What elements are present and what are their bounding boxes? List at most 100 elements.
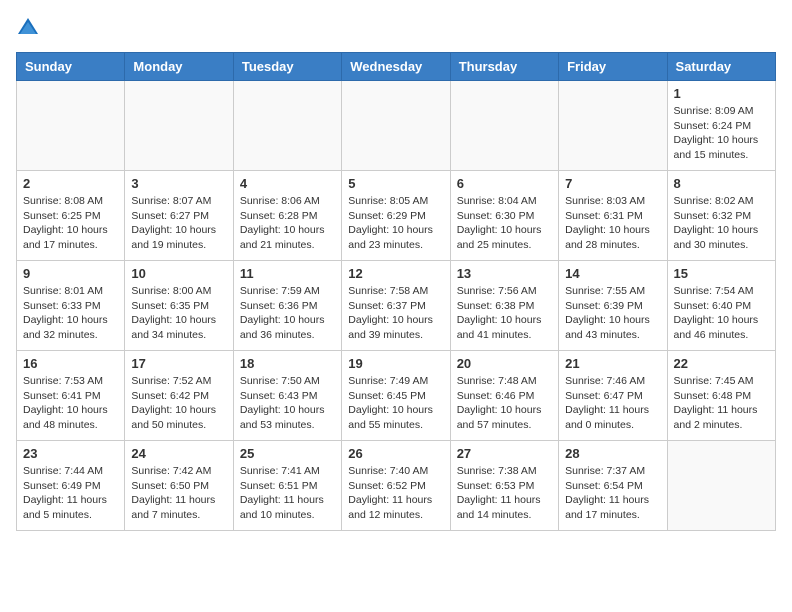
day-info: Sunrise: 7:59 AM Sunset: 6:36 PM Dayligh… bbox=[240, 284, 335, 343]
day-info: Sunrise: 7:54 AM Sunset: 6:40 PM Dayligh… bbox=[674, 284, 769, 343]
calendar-cell: 6 Sunrise: 8:04 AM Sunset: 6:30 PM Daylig… bbox=[450, 171, 558, 261]
calendar-cell: 23 Sunrise: 7:44 AM Sunset: 6:49 PM Dayli… bbox=[17, 441, 125, 531]
day-info: Sunrise: 8:09 AM Sunset: 6:24 PM Dayligh… bbox=[674, 104, 769, 163]
day-info: Sunrise: 8:07 AM Sunset: 6:27 PM Dayligh… bbox=[131, 194, 226, 253]
day-number: 12 bbox=[348, 266, 443, 281]
day-info: Sunrise: 7:37 AM Sunset: 6:54 PM Dayligh… bbox=[565, 464, 660, 523]
day-number: 6 bbox=[457, 176, 552, 191]
day-number: 15 bbox=[674, 266, 769, 281]
calendar-cell: 16 Sunrise: 7:53 AM Sunset: 6:41 PM Dayli… bbox=[17, 351, 125, 441]
calendar-body: 1 Sunrise: 8:09 AM Sunset: 6:24 PM Daylig… bbox=[17, 81, 776, 531]
calendar-cell: 1 Sunrise: 8:09 AM Sunset: 6:24 PM Daylig… bbox=[667, 81, 775, 171]
weekday-header-sunday: Sunday bbox=[17, 53, 125, 81]
day-number: 27 bbox=[457, 446, 552, 461]
calendar-cell: 11 Sunrise: 7:59 AM Sunset: 6:36 PM Dayli… bbox=[233, 261, 341, 351]
day-info: Sunrise: 7:56 AM Sunset: 6:38 PM Dayligh… bbox=[457, 284, 552, 343]
calendar-cell bbox=[342, 81, 450, 171]
day-number: 19 bbox=[348, 356, 443, 371]
day-info: Sunrise: 7:48 AM Sunset: 6:46 PM Dayligh… bbox=[457, 374, 552, 433]
day-info: Sunrise: 7:55 AM Sunset: 6:39 PM Dayligh… bbox=[565, 284, 660, 343]
calendar-cell: 9 Sunrise: 8:01 AM Sunset: 6:33 PM Daylig… bbox=[17, 261, 125, 351]
calendar-cell: 22 Sunrise: 7:45 AM Sunset: 6:48 PM Dayli… bbox=[667, 351, 775, 441]
day-number: 26 bbox=[348, 446, 443, 461]
calendar-cell: 24 Sunrise: 7:42 AM Sunset: 6:50 PM Dayli… bbox=[125, 441, 233, 531]
logo-icon bbox=[16, 16, 40, 40]
day-number: 20 bbox=[457, 356, 552, 371]
calendar-cell: 12 Sunrise: 7:58 AM Sunset: 6:37 PM Dayli… bbox=[342, 261, 450, 351]
calendar-cell: 14 Sunrise: 7:55 AM Sunset: 6:39 PM Dayli… bbox=[559, 261, 667, 351]
day-number: 21 bbox=[565, 356, 660, 371]
weekday-header-row: SundayMondayTuesdayWednesdayThursdayFrid… bbox=[17, 53, 776, 81]
calendar-cell: 2Sunrise: 8:08 AM Sunset: 6:25 PM Daylig… bbox=[17, 171, 125, 261]
calendar-cell bbox=[125, 81, 233, 171]
calendar-week-row-5: 23 Sunrise: 7:44 AM Sunset: 6:49 PM Dayli… bbox=[17, 441, 776, 531]
weekday-header-tuesday: Tuesday bbox=[233, 53, 341, 81]
calendar-cell: 20 Sunrise: 7:48 AM Sunset: 6:46 PM Dayli… bbox=[450, 351, 558, 441]
header bbox=[16, 16, 776, 40]
day-info: Sunrise: 7:58 AM Sunset: 6:37 PM Dayligh… bbox=[348, 284, 443, 343]
calendar-cell: 28 Sunrise: 7:37 AM Sunset: 6:54 PM Dayli… bbox=[559, 441, 667, 531]
weekday-header-friday: Friday bbox=[559, 53, 667, 81]
calendar-table: SundayMondayTuesdayWednesdayThursdayFrid… bbox=[16, 52, 776, 531]
day-number: 13 bbox=[457, 266, 552, 281]
day-info: Sunrise: 8:04 AM Sunset: 6:30 PM Dayligh… bbox=[457, 194, 552, 253]
day-number: 4 bbox=[240, 176, 335, 191]
calendar-cell: 4Sunrise: 8:06 AM Sunset: 6:28 PM Daylig… bbox=[233, 171, 341, 261]
calendar-cell bbox=[559, 81, 667, 171]
day-info: Sunrise: 8:05 AM Sunset: 6:29 PM Dayligh… bbox=[348, 194, 443, 253]
day-number: 10 bbox=[131, 266, 226, 281]
day-info: Sunrise: 7:41 AM Sunset: 6:51 PM Dayligh… bbox=[240, 464, 335, 523]
calendar-cell: 21Sunrise: 7:46 AM Sunset: 6:47 PM Dayli… bbox=[559, 351, 667, 441]
day-number: 17 bbox=[131, 356, 226, 371]
day-info: Sunrise: 8:00 AM Sunset: 6:35 PM Dayligh… bbox=[131, 284, 226, 343]
calendar-week-row-3: 9 Sunrise: 8:01 AM Sunset: 6:33 PM Daylig… bbox=[17, 261, 776, 351]
weekday-header-thursday: Thursday bbox=[450, 53, 558, 81]
weekday-header-wednesday: Wednesday bbox=[342, 53, 450, 81]
day-info: Sunrise: 7:52 AM Sunset: 6:42 PM Dayligh… bbox=[131, 374, 226, 433]
day-number: 1 bbox=[674, 86, 769, 101]
day-number: 14 bbox=[565, 266, 660, 281]
calendar-cell: 10 Sunrise: 8:00 AM Sunset: 6:35 PM Dayli… bbox=[125, 261, 233, 351]
day-info: Sunrise: 8:01 AM Sunset: 6:33 PM Dayligh… bbox=[23, 284, 118, 343]
day-number: 9 bbox=[23, 266, 118, 281]
day-info: Sunrise: 7:38 AM Sunset: 6:53 PM Dayligh… bbox=[457, 464, 552, 523]
calendar-cell: 19 Sunrise: 7:49 AM Sunset: 6:45 PM Dayli… bbox=[342, 351, 450, 441]
calendar-week-row-4: 16 Sunrise: 7:53 AM Sunset: 6:41 PM Dayli… bbox=[17, 351, 776, 441]
calendar-cell: 15 Sunrise: 7:54 AM Sunset: 6:40 PM Dayli… bbox=[667, 261, 775, 351]
day-info: Sunrise: 7:40 AM Sunset: 6:52 PM Dayligh… bbox=[348, 464, 443, 523]
day-number: 18 bbox=[240, 356, 335, 371]
calendar-cell: 25 Sunrise: 7:41 AM Sunset: 6:51 PM Dayli… bbox=[233, 441, 341, 531]
day-number: 24 bbox=[131, 446, 226, 461]
day-info: Sunrise: 7:44 AM Sunset: 6:49 PM Dayligh… bbox=[23, 464, 118, 523]
day-info: Sunrise: 7:49 AM Sunset: 6:45 PM Dayligh… bbox=[348, 374, 443, 433]
day-number: 5 bbox=[348, 176, 443, 191]
logo bbox=[16, 16, 42, 40]
day-info: Sunrise: 7:42 AM Sunset: 6:50 PM Dayligh… bbox=[131, 464, 226, 523]
day-number: 11 bbox=[240, 266, 335, 281]
calendar-week-row-1: 1 Sunrise: 8:09 AM Sunset: 6:24 PM Daylig… bbox=[17, 81, 776, 171]
day-number: 25 bbox=[240, 446, 335, 461]
day-number: 16 bbox=[23, 356, 118, 371]
calendar-cell bbox=[17, 81, 125, 171]
calendar-cell: 18 Sunrise: 7:50 AM Sunset: 6:43 PM Dayli… bbox=[233, 351, 341, 441]
calendar-cell bbox=[450, 81, 558, 171]
day-number: 7 bbox=[565, 176, 660, 191]
calendar-cell: 5 Sunrise: 8:05 AM Sunset: 6:29 PM Daylig… bbox=[342, 171, 450, 261]
day-number: 22 bbox=[674, 356, 769, 371]
calendar-cell: 17 Sunrise: 7:52 AM Sunset: 6:42 PM Dayli… bbox=[125, 351, 233, 441]
calendar-cell: 26 Sunrise: 7:40 AM Sunset: 6:52 PM Dayli… bbox=[342, 441, 450, 531]
day-number: 23 bbox=[23, 446, 118, 461]
day-info: Sunrise: 8:08 AM Sunset: 6:25 PM Dayligh… bbox=[23, 194, 118, 253]
day-info: Sunrise: 7:45 AM Sunset: 6:48 PM Dayligh… bbox=[674, 374, 769, 433]
day-info: Sunrise: 7:50 AM Sunset: 6:43 PM Dayligh… bbox=[240, 374, 335, 433]
day-number: 28 bbox=[565, 446, 660, 461]
weekday-header-monday: Monday bbox=[125, 53, 233, 81]
calendar-cell: 13 Sunrise: 7:56 AM Sunset: 6:38 PM Dayli… bbox=[450, 261, 558, 351]
day-info: Sunrise: 8:03 AM Sunset: 6:31 PM Dayligh… bbox=[565, 194, 660, 253]
calendar-header: SundayMondayTuesdayWednesdayThursdayFrid… bbox=[17, 53, 776, 81]
day-info: Sunrise: 7:53 AM Sunset: 6:41 PM Dayligh… bbox=[23, 374, 118, 433]
calendar-cell: 27 Sunrise: 7:38 AM Sunset: 6:53 PM Dayli… bbox=[450, 441, 558, 531]
calendar-cell bbox=[667, 441, 775, 531]
day-number: 3 bbox=[131, 176, 226, 191]
day-number: 8 bbox=[674, 176, 769, 191]
